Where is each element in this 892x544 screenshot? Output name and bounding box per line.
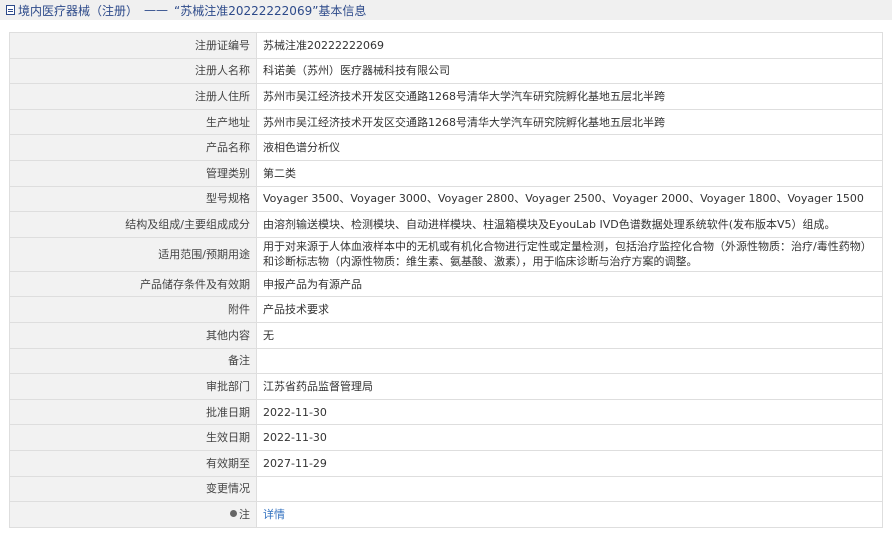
row-value	[256, 347, 883, 375]
table-row: 批准日期 2022-11-30	[9, 398, 883, 426]
row-value: 液相色谱分析仪	[256, 134, 883, 161]
row-label: 变更情况	[9, 475, 257, 503]
row-label: 生产地址	[9, 108, 257, 136]
row-value	[256, 475, 883, 503]
table-row: 结构及组成/主要组成成分 由溶剂输送模块、检测模块、自动进样模块、柱温箱模块及Ey…	[9, 211, 883, 238]
table-row: 审批部门 江苏省药品监督管理局	[9, 373, 883, 400]
row-value: 科诺美（苏州）医疗器械科技有限公司	[256, 57, 883, 85]
row-value: 2022-11-30	[256, 424, 883, 451]
table-row: 产品名称 液相色谱分析仪	[9, 134, 883, 161]
row-label: 产品名称	[9, 134, 257, 161]
location-pin-icon	[230, 510, 237, 518]
table-row: 附件 产品技术要求	[9, 296, 883, 323]
row-value: Voyager 3500、Voyager 3000、Voyager 2800、V…	[256, 185, 883, 213]
row-label: 管理类别	[9, 159, 257, 187]
document-icon	[6, 5, 15, 15]
page: 境内医疗器械（注册） —— “苏械注准20222222069”基本信息 注册证编…	[0, 0, 892, 544]
page-title: “苏械注准20222222069”基本信息	[174, 3, 367, 18]
row-value: 产品技术要求	[256, 296, 883, 323]
row-label: 有效期至	[9, 449, 257, 477]
row-value: 由溶剂输送模块、检测模块、自动进样模块、柱温箱模块及EyouLab IVD色谱数…	[256, 211, 883, 238]
row-value: 苏械注准20222222069	[256, 32, 883, 59]
note-label: 注	[239, 507, 250, 521]
table-row: 型号规格 Voyager 3500、Voyager 3000、Voyager 28…	[9, 185, 883, 213]
details-link[interactable]: 详情	[263, 508, 285, 521]
row-label: 备注	[9, 347, 257, 375]
table-row: 有效期至 2027-11-29	[9, 449, 883, 477]
row-label: 注册证编号	[9, 32, 257, 59]
table-row-note: 注详情	[9, 501, 883, 528]
row-value: 苏州市吴江经济技术开发区交通路1268号清华大学汽车研究院孵化基地五层北半跨	[256, 83, 883, 110]
table-row: 生效日期 2022-11-30	[9, 424, 883, 451]
row-value: 用于对来源于人体血液样本中的无机或有机化合物进行定性或定量检测，包括治疗监控化合…	[256, 236, 883, 272]
row-value: 申报产品为有源产品	[256, 270, 883, 298]
table-row: 其他内容无	[9, 321, 883, 349]
table-row: 生产地址 苏州市吴江经济技术开发区交通路1268号清华大学汽车研究院孵化基地五层北…	[9, 108, 883, 136]
row-label: 注册人名称	[9, 57, 257, 85]
note-value-cell: 详情	[256, 501, 883, 528]
info-table-body: 注册证编号 苏械注准20222222069 注册人名称 科诺美（苏州）医疗器械科技有限…	[9, 32, 883, 528]
table-row: 变更情况	[9, 475, 883, 503]
row-label: 适用范围/预期用途	[9, 236, 257, 272]
page-title-bar: 境内医疗器械（注册） —— “苏械注准20222222069”基本信息	[0, 0, 892, 20]
info-table: 注册证编号 苏械注准20222222069 注册人名称 科诺美（苏州）医疗器械科技有限…	[9, 32, 883, 528]
table-row: 注册人住所 苏州市吴江经济技术开发区交通路1268号清华大学汽车研究院孵化基地五层…	[9, 83, 883, 110]
title-separator: ——	[144, 3, 169, 17]
table-row: 管理类别 第二类	[9, 159, 883, 187]
table-row: 适用范围/预期用途 用于对来源于人体血液样本中的无机或有机化合物进行定性或定量检测…	[9, 236, 883, 272]
table-row: 产品储存条件及有效期 申报产品为有源产品	[9, 270, 883, 298]
table-row: 注册证编号 苏械注准20222222069	[9, 32, 883, 59]
row-value: 江苏省药品监督管理局	[256, 373, 883, 400]
row-label: 产品储存条件及有效期	[9, 270, 257, 298]
row-value: 苏州市吴江经济技术开发区交通路1268号清华大学汽车研究院孵化基地五层北半跨	[256, 108, 883, 136]
category-label: 境内医疗器械（注册）	[18, 3, 139, 18]
table-row: 注册人名称 科诺美（苏州）医疗器械科技有限公司	[9, 57, 883, 85]
row-value: 2027-11-29	[256, 449, 883, 477]
row-label: 附件	[9, 296, 257, 323]
table-row: 备注	[9, 347, 883, 375]
row-value: 第二类	[256, 159, 883, 187]
row-label: 其他内容	[9, 321, 257, 349]
row-label: 批准日期	[9, 398, 257, 426]
note-label-cell: 注	[9, 501, 257, 528]
row-value: 2022-11-30	[256, 398, 883, 426]
row-value: 无	[256, 321, 883, 349]
row-label: 结构及组成/主要组成成分	[9, 211, 257, 238]
row-label: 型号规格	[9, 185, 257, 213]
row-label: 审批部门	[9, 373, 257, 400]
row-label: 注册人住所	[9, 83, 257, 110]
row-label: 生效日期	[9, 424, 257, 451]
